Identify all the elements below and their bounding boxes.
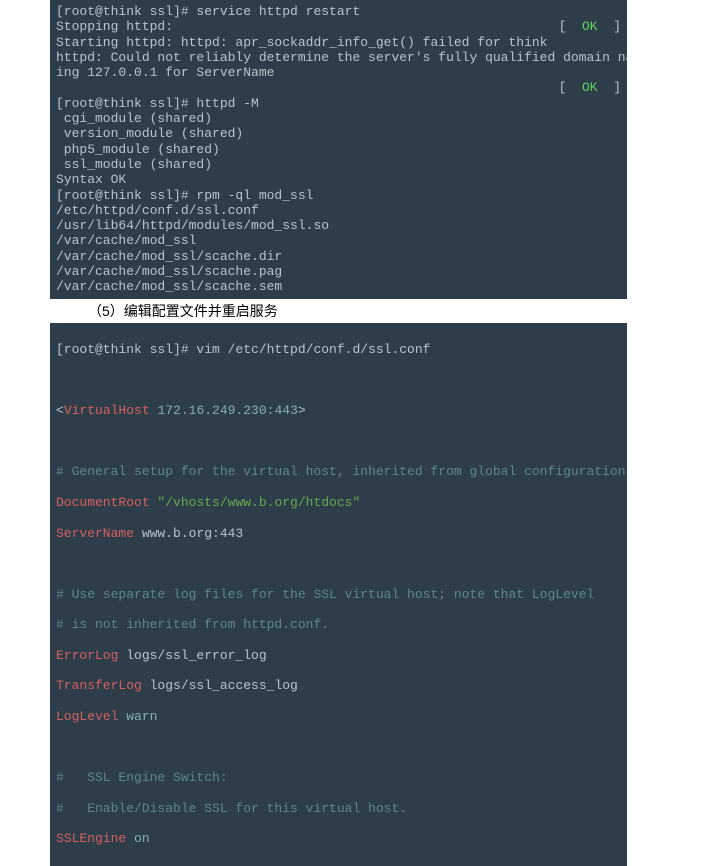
loglevel-directive: LogLevel warn (56, 709, 621, 724)
vim-command: [root@think ssl]# vim /etc/httpd/conf.d/… (56, 342, 621, 357)
config-comment: # SSL Engine Switch: (56, 770, 621, 785)
terminal-output-1: [root@think ssl]# service httpd restartS… (50, 0, 627, 299)
errorlog-directive: ErrorLog logs/ssl_error_log (56, 648, 621, 663)
vhost-open-tag: <VirtualHost 172.16.249.230:443> (56, 403, 621, 418)
config-comment: # is not inherited from httpd.conf. (56, 617, 621, 632)
terminal-line: /var/cache/mod_ssl/scache.pag (56, 264, 621, 279)
terminal-line: Starting httpd: httpd: apr_sockaddr_info… (56, 35, 621, 50)
terminal-line: /usr/lib64/httpd/modules/mod_ssl.so (56, 218, 621, 233)
terminal-line: ssl_module (shared) (56, 157, 621, 172)
blank-line (56, 740, 621, 755)
blank-line (56, 434, 621, 449)
terminal-line: /var/cache/mod_ssl/scache.dir (56, 249, 621, 264)
transferlog-directive: TransferLog logs/ssl_access_log (56, 678, 621, 693)
terminal-line: Syntax OK (56, 172, 621, 187)
caption-text: （5）编辑配置文件并重启服务 (0, 299, 727, 323)
blank-line (56, 373, 621, 388)
config-comment: # General setup for the virtual host, in… (56, 464, 621, 479)
terminal-line: cgi_module (shared) (56, 111, 621, 126)
config-comment: # Use separate log files for the SSL vir… (56, 587, 621, 602)
terminal-line: /var/cache/mod_ssl/scache.sem (56, 279, 621, 294)
terminal-line: ing 127.0.0.1 for ServerName (56, 65, 621, 80)
sslengine-directive: SSLEngine on (56, 831, 621, 846)
terminal-line: [root@think ssl]# httpd -M (56, 96, 621, 111)
servername-directive: ServerName www.b.org:443 (56, 526, 621, 541)
documentroot-directive: DocumentRoot "/vhosts/www.b.org/htdocs" (56, 495, 621, 510)
terminal-line: /var/cache/mod_ssl (56, 233, 621, 248)
terminal-line: Stopping httpd:[ OK ] (56, 19, 621, 34)
status-ok: [ OK ] (559, 19, 621, 34)
config-comment: # Enable/Disable SSL for this virtual ho… (56, 801, 621, 816)
terminal-line: httpd: Could not reliably determine the … (56, 50, 621, 65)
status-ok: [ OK ] (559, 80, 621, 95)
terminal-line: php5_module (shared) (56, 142, 621, 157)
terminal-line: [root@think ssl]# rpm -ql mod_ssl (56, 188, 621, 203)
terminal-line: version_module (shared) (56, 126, 621, 141)
terminal-line: /etc/httpd/conf.d/ssl.conf (56, 203, 621, 218)
terminal-line: [ OK ] (56, 80, 621, 95)
blank-line (56, 556, 621, 571)
terminal-line: [root@think ssl]# service httpd restart (56, 4, 621, 19)
terminal-output-2: [root@think ssl]# vim /etc/httpd/conf.d/… (50, 323, 627, 866)
